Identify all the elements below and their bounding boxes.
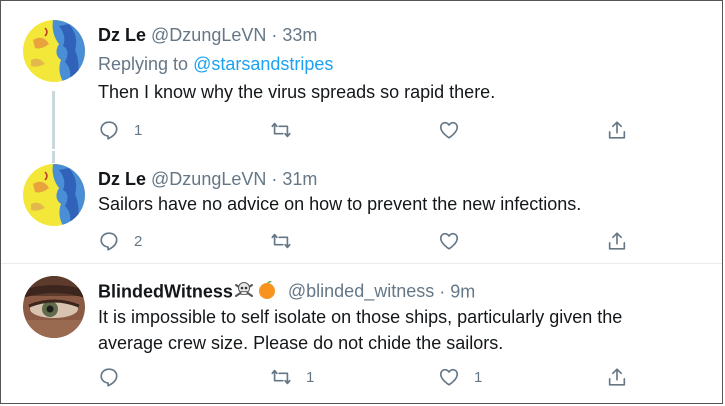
like-icon (438, 230, 460, 252)
like-button[interactable] (438, 229, 474, 253)
reply-button[interactable] (98, 365, 134, 389)
avatar-image (23, 20, 85, 82)
share-icon (606, 366, 628, 388)
separator: · (271, 25, 278, 45)
avatar[interactable] (23, 276, 85, 338)
replying-prefix: Replying to (98, 54, 189, 74)
separator: · (271, 169, 278, 189)
avatar-image (23, 276, 85, 338)
display-name[interactable]: Dz Le (98, 169, 146, 189)
tweet-header: Dz Le @DzungLeVN · 31m (98, 169, 317, 190)
separator: · (439, 281, 446, 302)
display-name[interactable]: Dz Le (98, 25, 146, 45)
share-icon (606, 230, 628, 252)
reply-icon (98, 230, 120, 252)
reply-count: 1 (134, 121, 143, 139)
share-button[interactable] (606, 118, 628, 142)
retweet-button[interactable]: 1 (270, 365, 314, 389)
share-icon (606, 119, 628, 141)
avatar[interactable] (23, 164, 85, 226)
reply-button[interactable]: 2 (98, 229, 142, 253)
timestamp[interactable]: 9m (450, 281, 475, 301)
skull-crossbones-icon (233, 280, 255, 305)
like-button[interactable]: 1 (438, 365, 482, 389)
like-icon (438, 119, 460, 141)
display-name[interactable]: BlindedWitness (98, 281, 233, 301)
retweet-icon (270, 366, 292, 388)
tweet-text-line-2: average crew size. Please do not chide t… (98, 333, 504, 353)
timestamp[interactable]: 33m (282, 25, 317, 45)
replying-to-line: Replying to @starsandstripes (98, 54, 333, 75)
handle[interactable]: @DzungLeVN (151, 25, 266, 45)
like-button[interactable] (438, 118, 474, 142)
timestamp[interactable]: 31m (282, 169, 317, 189)
reply-icon (98, 119, 120, 141)
tweet-header: BlindedWitness @blinded_witness · 9m (98, 280, 475, 305)
tweet-header: Dz Le @DzungLeVN · 33m (98, 25, 317, 46)
tweet-actions: 2 (98, 229, 628, 253)
share-button[interactable] (606, 229, 628, 253)
retweet-icon (270, 119, 292, 141)
avatar[interactable] (23, 20, 85, 82)
reply-button[interactable]: 1 (98, 118, 142, 142)
tweet-thread: Dz Le @DzungLeVN · 33m Replying to @star… (0, 0, 723, 404)
thread-line (52, 91, 55, 149)
tweet-2[interactable]: Dz Le @DzungLeVN · 31m Sailors have no a… (1, 151, 722, 263)
handle[interactable]: @DzungLeVN (151, 169, 266, 189)
tweet-actions: 1 (98, 118, 628, 142)
reply-icon (98, 366, 120, 388)
replying-to-link[interactable]: @starsandstripes (193, 54, 333, 74)
like-count: 1 (474, 368, 483, 386)
tweet-actions: 1 1 (98, 365, 628, 389)
retweet-icon (270, 230, 292, 252)
tweet-text: It is impossible to self isolate on thos… (98, 304, 708, 356)
tweet-text-line-1: It is impossible to self isolate on thos… (98, 307, 623, 327)
like-icon (438, 366, 460, 388)
tweet-3[interactable]: BlindedWitness @blinded_witness · 9m It … (1, 264, 722, 403)
tweet-text: Then I know why the virus spreads so rap… (98, 82, 496, 102)
handle[interactable]: @blinded_witness (288, 281, 434, 301)
reply-count: 2 (134, 232, 143, 250)
tweet-text: Sailors have no advice on how to prevent… (98, 194, 582, 214)
retweet-button[interactable] (270, 229, 306, 253)
share-button[interactable] (606, 365, 628, 389)
retweet-button[interactable] (270, 118, 306, 142)
orange-icon (257, 280, 277, 305)
avatar-image (23, 164, 85, 226)
thread-line-top (52, 151, 55, 163)
retweet-count: 1 (306, 368, 315, 386)
tweet-1[interactable]: Dz Le @DzungLeVN · 33m Replying to @star… (1, 1, 722, 151)
